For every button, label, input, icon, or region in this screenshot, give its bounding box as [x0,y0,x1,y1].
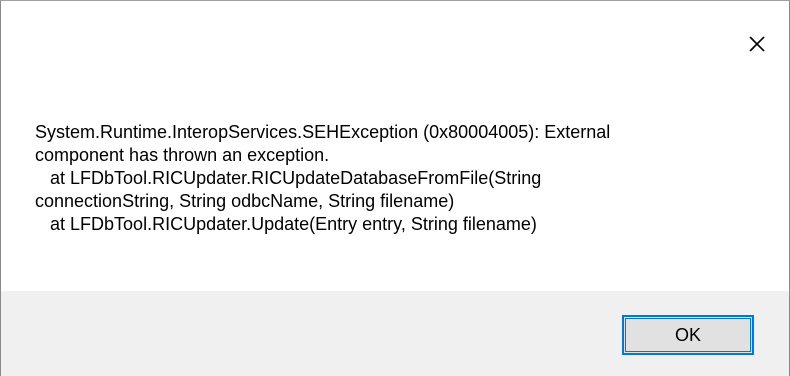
title-bar [1,1,789,87]
ok-button[interactable]: OK [622,315,754,355]
error-message: System.Runtime.InteropServices.SEHExcept… [35,122,611,234]
close-button[interactable] [725,1,789,87]
message-area: System.Runtime.InteropServices.SEHExcept… [1,87,789,291]
close-icon [749,36,765,52]
button-bar: OK [1,291,789,376]
error-dialog: System.Runtime.InteropServices.SEHExcept… [0,0,790,376]
